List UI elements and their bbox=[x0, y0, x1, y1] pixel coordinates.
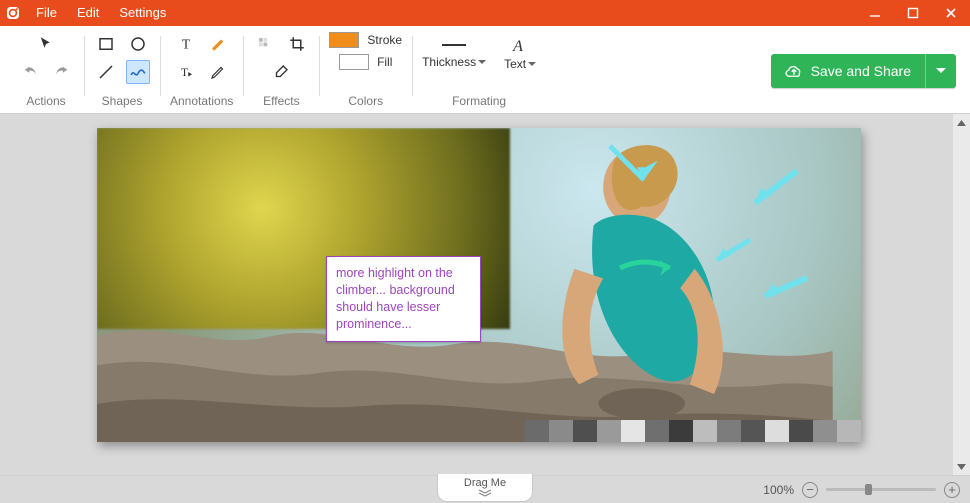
canvas-area: more highlight on the climber... backgro… bbox=[0, 114, 970, 475]
window-close-icon[interactable] bbox=[932, 0, 970, 26]
chevron-double-down-icon bbox=[478, 489, 492, 497]
crop-tool-icon[interactable] bbox=[285, 32, 309, 56]
cloud-upload-icon bbox=[785, 62, 803, 80]
pixelate-overlay bbox=[525, 420, 861, 442]
annotation-arrow bbox=[615, 248, 685, 288]
annotation-arrow bbox=[602, 138, 657, 193]
statusbar: Drag Me 100% − + bbox=[0, 475, 970, 503]
fill-label: Fill bbox=[377, 55, 392, 69]
group-formating: Thickness A Text Formating bbox=[412, 30, 546, 110]
image-canvas[interactable]: more highlight on the climber... backgro… bbox=[97, 128, 861, 442]
menu-settings[interactable]: Settings bbox=[109, 0, 176, 26]
group-actions: Actions bbox=[8, 30, 84, 110]
annotation-arrow bbox=[705, 232, 760, 272]
zoom-controls: 100% − + bbox=[763, 482, 970, 498]
highlighter-tool-icon[interactable] bbox=[206, 32, 230, 56]
zoom-value: 100% bbox=[763, 483, 794, 497]
save-dropdown-icon[interactable] bbox=[926, 54, 956, 88]
titlebar: File Edit Settings bbox=[0, 0, 970, 26]
freehand-tool-icon[interactable] bbox=[126, 60, 150, 84]
rectangle-tool-icon[interactable] bbox=[94, 32, 118, 56]
drag-handle[interactable]: Drag Me bbox=[437, 474, 533, 502]
group-colors: Stroke Fill Colors bbox=[319, 30, 412, 110]
ribbon: Actions Shapes T T Annotations bbox=[0, 26, 970, 114]
group-shapes: Shapes bbox=[84, 30, 160, 110]
drag-label: Drag Me bbox=[464, 478, 506, 489]
group-label-formating: Formating bbox=[452, 90, 506, 108]
group-label-effects: Effects bbox=[263, 90, 299, 108]
annotation-arrow bbox=[747, 268, 817, 308]
redo-icon[interactable] bbox=[50, 60, 74, 84]
chevron-down-icon bbox=[528, 62, 536, 67]
zoom-in-button[interactable]: + bbox=[944, 482, 960, 498]
window-minimize-icon[interactable] bbox=[856, 0, 894, 26]
vertical-scrollbar[interactable] bbox=[953, 114, 970, 475]
chevron-down-icon bbox=[478, 60, 486, 65]
annotation-callout[interactable]: more highlight on the climber... backgro… bbox=[326, 256, 481, 342]
annotation-text: more highlight on the climber... backgro… bbox=[336, 266, 455, 331]
zoom-slider[interactable] bbox=[826, 488, 936, 491]
undo-icon[interactable] bbox=[18, 60, 42, 84]
thickness-button[interactable]: Thickness bbox=[422, 38, 486, 69]
zoom-out-button[interactable]: − bbox=[802, 482, 818, 498]
svg-text:T: T bbox=[182, 37, 191, 52]
scroll-down-icon[interactable] bbox=[953, 458, 970, 475]
text-callout-tool-icon[interactable]: T bbox=[174, 60, 198, 84]
stroke-label: Stroke bbox=[367, 33, 402, 47]
group-annotations: T T Annotations bbox=[160, 30, 243, 110]
thickness-label: Thickness bbox=[422, 55, 476, 69]
eyedropper-tool-icon[interactable] bbox=[269, 60, 293, 84]
stroke-color-swatch[interactable] bbox=[329, 32, 359, 48]
menu-file[interactable]: File bbox=[26, 0, 67, 26]
ellipse-tool-icon[interactable] bbox=[126, 32, 150, 56]
text-format-button[interactable]: A Text bbox=[504, 36, 536, 71]
app-logo-icon bbox=[0, 0, 26, 26]
text-tool-icon[interactable]: T bbox=[174, 32, 198, 56]
line-tool-icon[interactable] bbox=[94, 60, 118, 84]
menu-edit[interactable]: Edit bbox=[67, 0, 109, 26]
svg-text:T: T bbox=[181, 65, 189, 79]
group-label-annotations: Annotations bbox=[170, 90, 233, 108]
group-label-colors: Colors bbox=[348, 90, 383, 108]
pixelate-tool-icon[interactable] bbox=[253, 32, 277, 56]
annotation-arrow bbox=[737, 163, 807, 218]
group-effects: Effects bbox=[243, 30, 319, 110]
pen-tool-icon[interactable] bbox=[206, 60, 230, 84]
svg-text:A: A bbox=[512, 38, 523, 54]
scroll-up-icon[interactable] bbox=[953, 114, 970, 131]
fill-color-swatch[interactable] bbox=[339, 54, 369, 70]
save-and-share-button[interactable]: Save and Share bbox=[771, 54, 956, 88]
pointer-tool-icon[interactable] bbox=[34, 32, 58, 56]
text-format-label: Text bbox=[504, 57, 526, 71]
group-label-actions: Actions bbox=[26, 90, 65, 108]
save-button-label: Save and Share bbox=[811, 63, 911, 79]
window-maximize-icon[interactable] bbox=[894, 0, 932, 26]
group-label-shapes: Shapes bbox=[102, 90, 143, 108]
